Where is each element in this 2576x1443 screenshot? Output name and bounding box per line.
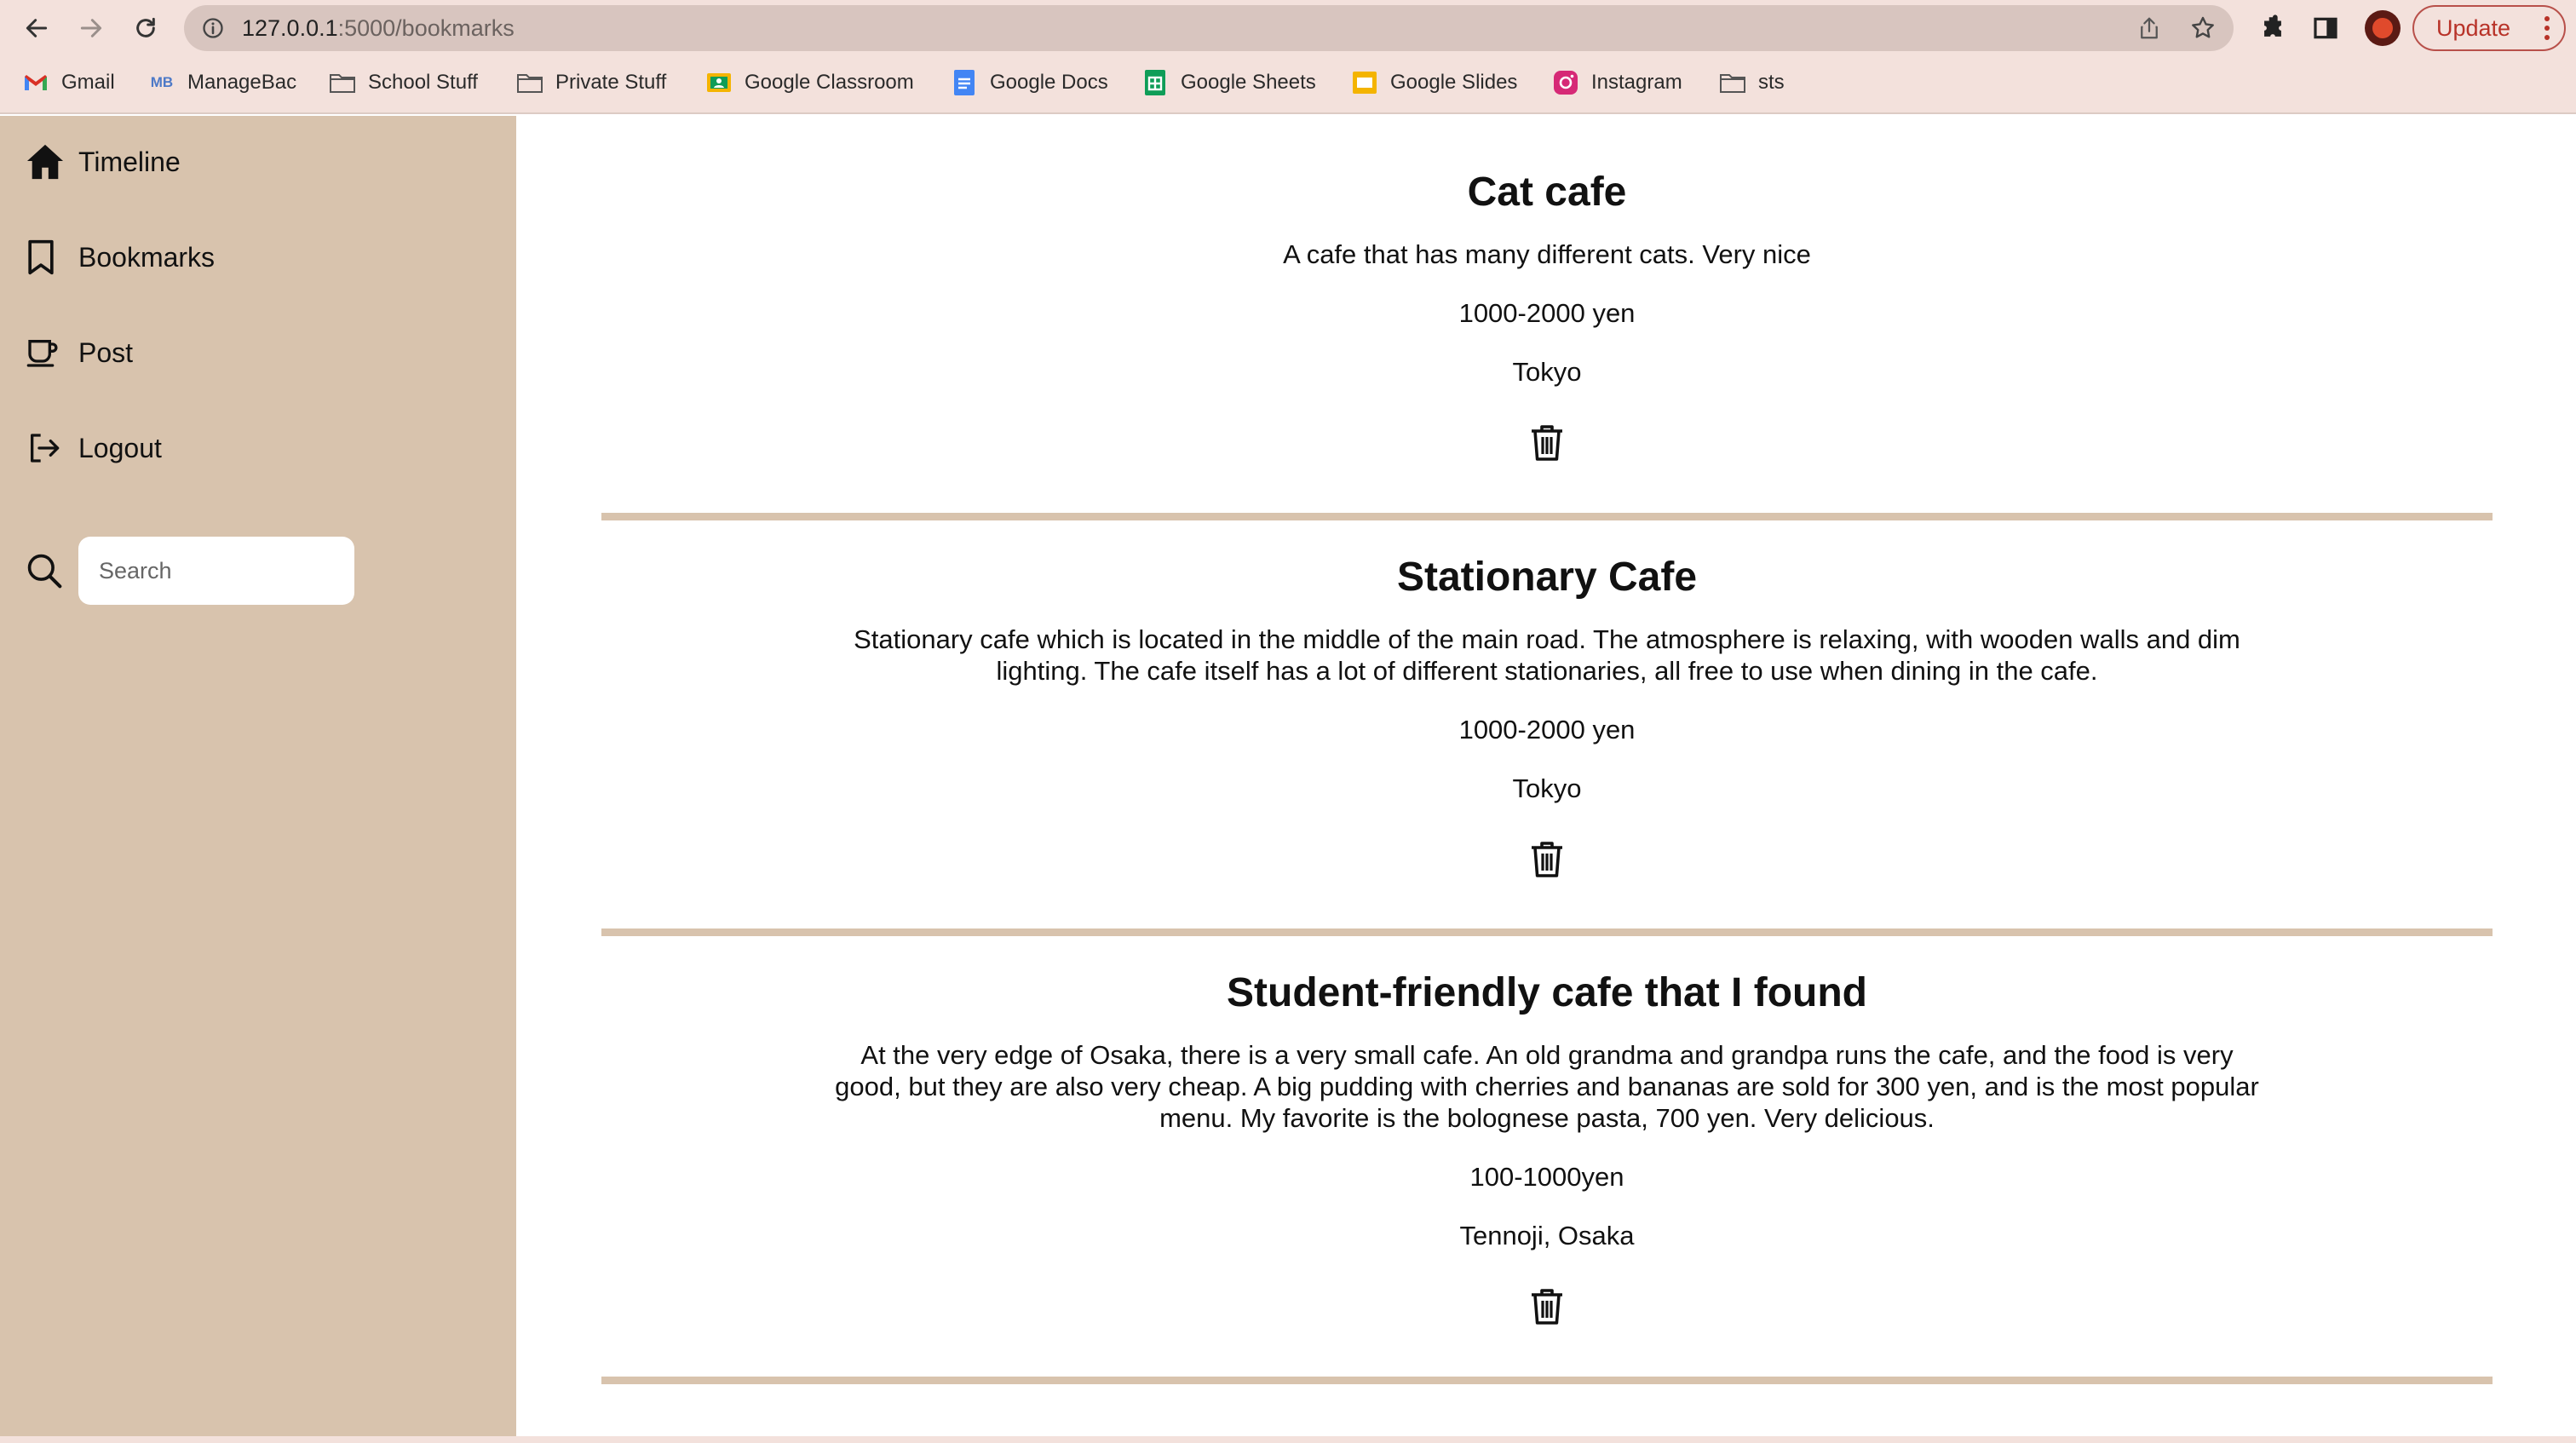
update-label: Update bbox=[2436, 14, 2511, 41]
avatar-image bbox=[2372, 18, 2393, 38]
bookmark-label: Instagram bbox=[1591, 71, 1682, 94]
back-button[interactable] bbox=[17, 9, 56, 48]
google-slides-icon bbox=[1351, 69, 1378, 96]
delete-bookmark-button[interactable] bbox=[1529, 423, 1565, 463]
sidebar-item-label: Timeline bbox=[78, 146, 181, 177]
folder-icon bbox=[1719, 69, 1746, 96]
post-description: A cafe that has many different cats. Ver… bbox=[1283, 239, 1811, 269]
bookmark-label: Gmail bbox=[61, 71, 115, 94]
post-title: Cat cafe bbox=[1467, 170, 1627, 215]
google-docs-icon bbox=[951, 69, 978, 96]
trash-icon bbox=[1532, 842, 1562, 877]
bookmarks-feed: Cat cafe A cafe that has many different … bbox=[516, 116, 2576, 1436]
home-icon bbox=[26, 141, 68, 183]
back-arrow-icon bbox=[26, 19, 48, 37]
gmail-icon bbox=[22, 69, 49, 96]
browser-toolbar: 127.0.0.1:5000/bookmarks Update bbox=[0, 0, 2576, 56]
post-price: 1000-2000 yen bbox=[1458, 298, 1636, 328]
trash-icon bbox=[1532, 425, 1562, 461]
cup-icon bbox=[26, 331, 68, 374]
post-price: 1000-2000 yen bbox=[1458, 715, 1636, 744]
delete-bookmark-button[interactable] bbox=[1529, 840, 1565, 879]
address-bar[interactable]: 127.0.0.1:5000/bookmarks bbox=[184, 5, 2234, 51]
post-location: Tokyo bbox=[1512, 773, 1582, 803]
sidebar-search bbox=[26, 537, 354, 605]
bookmark-icon bbox=[26, 236, 68, 279]
post-card: Cat cafe A cafe that has many different … bbox=[601, 167, 2493, 463]
bookmark-private-stuff[interactable]: Private Stuff bbox=[516, 61, 666, 104]
logout-icon bbox=[26, 427, 68, 469]
update-button[interactable]: Update bbox=[2412, 5, 2566, 51]
bookmark-sts[interactable]: sts bbox=[1719, 61, 1785, 104]
url-host: 127.0.0.1 bbox=[242, 15, 338, 41]
reload-icon bbox=[136, 17, 155, 37]
instagram-icon bbox=[1552, 69, 1579, 96]
post-card: Student-friendly cafe that I found At th… bbox=[601, 968, 2493, 1326]
sidebar-item-timeline[interactable]: Timeline bbox=[26, 136, 181, 187]
bookmark-label: Google Slides bbox=[1390, 71, 1518, 94]
bookmark-label: Google Classroom bbox=[745, 71, 914, 94]
sidebar-item-logout[interactable]: Logout bbox=[26, 423, 162, 474]
bookmark-google-classroom[interactable]: Google Classroom bbox=[705, 61, 914, 104]
post-divider bbox=[601, 1377, 2493, 1384]
search-icon bbox=[26, 549, 68, 592]
sidebar-item-bookmarks[interactable]: Bookmarks bbox=[26, 232, 215, 283]
url-path: :5000/bookmarks bbox=[337, 15, 515, 41]
sidebar-item-label: Logout bbox=[78, 432, 162, 463]
trash-icon bbox=[1532, 1289, 1562, 1325]
folder-icon bbox=[329, 69, 356, 96]
bookmark-google-slides[interactable]: Google Slides bbox=[1351, 61, 1517, 104]
post-price: 100-1000yen bbox=[1469, 1162, 1624, 1192]
puzzle-icon bbox=[2264, 14, 2281, 37]
folder-icon bbox=[516, 69, 543, 96]
sidebar-item-post[interactable]: Post bbox=[26, 327, 133, 378]
post-title: Student-friendly cafe that I found bbox=[1227, 970, 1867, 1015]
browser-chrome: 127.0.0.1:5000/bookmarks Update Gmail MB bbox=[0, 0, 2576, 114]
delete-bookmark-button[interactable] bbox=[1529, 1287, 1565, 1326]
star-icon[interactable] bbox=[2189, 14, 2217, 42]
post-location: Tennoji, Osaka bbox=[1459, 1221, 1635, 1250]
profile-avatar[interactable] bbox=[2365, 10, 2401, 46]
search-input[interactable] bbox=[78, 537, 354, 605]
bookmarks-bar: Gmail MB ManageBac School Stuff Private … bbox=[0, 61, 2576, 104]
share-icon[interactable] bbox=[2136, 15, 2162, 41]
post-divider bbox=[601, 928, 2493, 936]
bookmark-instagram[interactable]: Instagram bbox=[1552, 61, 1682, 104]
forward-button[interactable] bbox=[72, 9, 111, 48]
sidebar-item-label: Bookmarks bbox=[78, 241, 216, 273]
bookmark-label: Google Docs bbox=[990, 71, 1108, 94]
google-sheets-icon bbox=[1141, 69, 1169, 96]
post-title: Stationary Cafe bbox=[1396, 555, 1698, 600]
sidebar-item-label: Post bbox=[78, 336, 134, 368]
bookmark-label: Google Sheets bbox=[1181, 71, 1316, 94]
bookmark-google-docs[interactable]: Google Docs bbox=[951, 61, 1108, 104]
extensions-button[interactable] bbox=[2256, 11, 2290, 45]
bookmark-gmail[interactable]: Gmail bbox=[22, 61, 115, 104]
bookmark-label: sts bbox=[1758, 71, 1785, 94]
bookmark-label: Private Stuff bbox=[555, 71, 667, 94]
post-description: At the very edge of Osaka, there is a ve… bbox=[835, 1040, 2259, 1133]
bookmark-label: School Stuff bbox=[368, 71, 478, 94]
bookmark-managebac[interactable]: MB ManageBac bbox=[148, 61, 296, 104]
window-bottom-edge bbox=[0, 1436, 2576, 1443]
managebac-icon: MB bbox=[150, 74, 174, 90]
url-text: 127.0.0.1:5000/bookmarks bbox=[242, 5, 515, 51]
side-panel-button[interactable] bbox=[2309, 11, 2343, 45]
side-panel-icon bbox=[2314, 17, 2337, 39]
post-card: Stationary Cafe Stationary cafe which is… bbox=[601, 552, 2493, 879]
post-divider bbox=[601, 513, 2493, 520]
reload-button[interactable] bbox=[126, 9, 165, 48]
forward-arrow-icon bbox=[80, 19, 102, 37]
post-description: Stationary cafe which is located in the … bbox=[854, 624, 2240, 686]
sidebar: Timeline Bookmarks Post Logout bbox=[0, 116, 516, 1436]
site-info-icon[interactable] bbox=[201, 16, 225, 40]
bookmark-label: ManageBac bbox=[187, 71, 297, 94]
post-location: Tokyo bbox=[1512, 357, 1582, 387]
bookmark-google-sheets[interactable]: Google Sheets bbox=[1141, 61, 1316, 104]
bookmark-school-stuff[interactable]: School Stuff bbox=[329, 61, 478, 104]
google-classroom-icon bbox=[705, 69, 733, 96]
more-menu-icon bbox=[2544, 16, 2550, 40]
